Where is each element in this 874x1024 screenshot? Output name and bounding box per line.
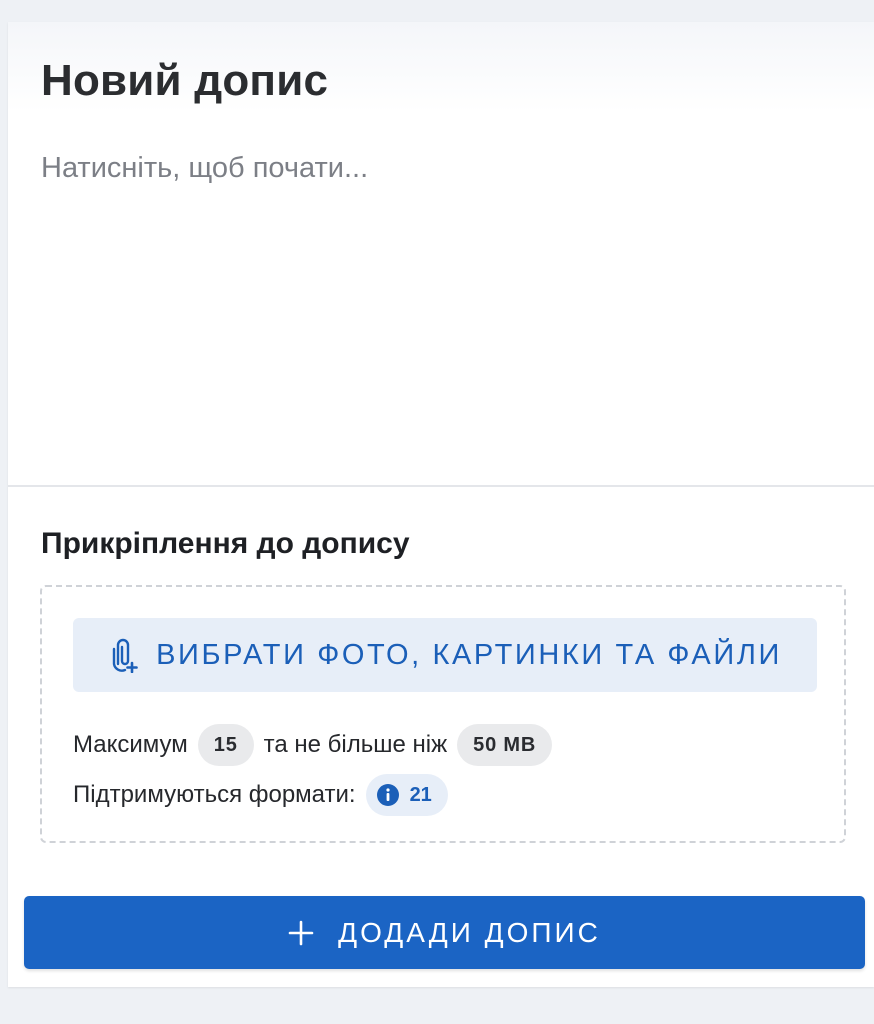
limits-prefix: Максимум [73, 731, 188, 758]
max-count-badge: 15 [197, 724, 254, 766]
attachments-dropzone[interactable]: ВИБРАТИ ФОТО, КАРТИНКИ ТА ФАЙЛИ Максимум… [40, 585, 846, 843]
new-post-card: Новий допис Прикріплення до допису ВИБРА… [8, 22, 874, 987]
formats-info-badge[interactable]: 21 [365, 774, 448, 816]
post-editor[interactable] [41, 152, 841, 452]
page-title: Новий допис [41, 56, 329, 105]
formats-count: 21 [409, 783, 432, 806]
add-post-button[interactable]: ДОДАДИ ДОПИС [24, 896, 865, 969]
add-post-label: ДОДАДИ ДОПИС [338, 916, 601, 948]
plus-icon [288, 920, 314, 945]
choose-files-label: ВИБРАТИ ФОТО, КАРТИНКИ ТА ФАЙЛИ [156, 638, 782, 671]
limits-middle-text: та не більше ніж [263, 731, 448, 758]
choose-files-button[interactable]: ВИБРАТИ ФОТО, КАРТИНКИ ТА ФАЙЛИ [73, 618, 817, 692]
section-divider [8, 485, 874, 487]
paperclip-add-icon [112, 638, 138, 673]
attachment-limits: Максимум 15 та не більше ніж 50 MB [73, 724, 553, 766]
formats-label: Підтримуються формати: [73, 781, 356, 808]
attachments-section-title: Прикріплення до допису [41, 527, 410, 560]
max-size-badge: 50 MB [457, 724, 553, 766]
info-icon [376, 784, 399, 806]
supported-formats: Підтримуються формати: 21 [73, 774, 448, 816]
